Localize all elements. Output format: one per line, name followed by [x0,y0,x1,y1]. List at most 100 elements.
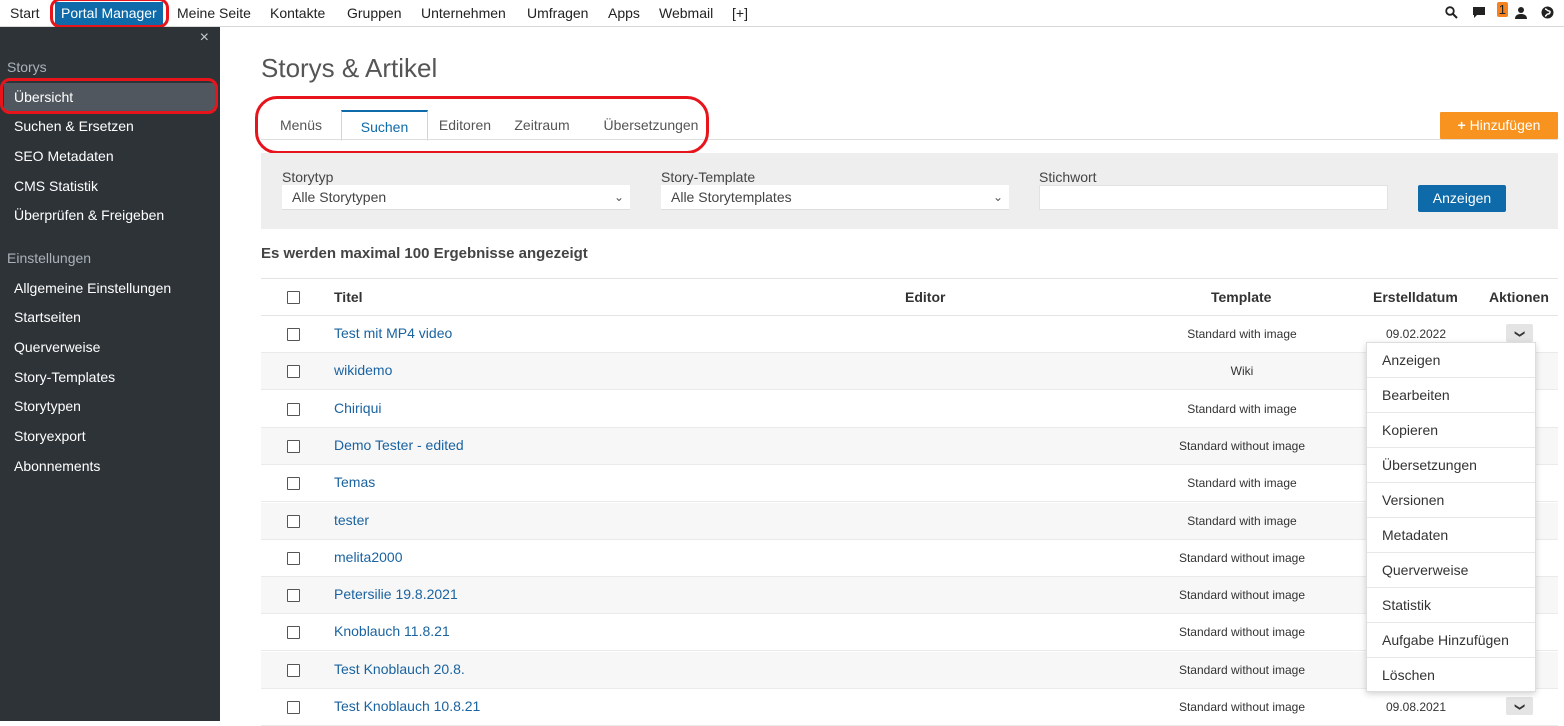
show-button[interactable]: Anzeigen [1418,185,1506,212]
header-template[interactable]: Template [1211,289,1271,305]
story-template: Standard without image [1178,439,1306,453]
menu-item-uebersetzungen[interactable]: Übersetzungen [1367,448,1535,483]
page-title: Storys & Artikel [261,53,438,83]
story-template: Standard with image [1187,327,1297,341]
row-checkbox[interactable] [287,328,300,341]
header-aktionen: Aktionen [1489,289,1549,305]
sidebar-item-storytypen[interactable]: Storytypen [14,398,81,414]
nav-gruppen[interactable]: Gruppen [347,0,401,27]
story-title-link[interactable]: Test Knoblauch 20.8. [334,661,465,677]
sidebar-item-querverweise[interactable]: Querverweise [14,339,100,355]
story-title-link[interactable]: Chiriqui [334,400,381,416]
menu-item-anzeigen[interactable]: Anzeigen [1367,343,1535,378]
nav-more[interactable]: [+] [732,0,748,27]
story-title-link[interactable]: Temas [334,474,375,490]
row-checkbox[interactable] [287,552,300,565]
actions-dropdown-button[interactable]: ❯ [1506,324,1533,342]
sidebar-item-story-templates[interactable]: Story-Templates [14,369,115,385]
menu-item-loeschen[interactable]: Löschen [1367,658,1535,693]
sidebar-item-abonnements[interactable]: Abonnements [14,458,100,474]
sidebar-section-storys: Storys [7,59,47,75]
table-row: Temas Standard with image [261,465,1558,502]
tab-menues[interactable]: Menüs [269,110,333,141]
story-template: Standard with image [1187,514,1297,528]
table-row: Petersilie 19.8.2021 Standard without im… [261,577,1558,614]
story-template: Standard with image [1187,402,1297,416]
row-checkbox[interactable] [287,589,300,602]
select-all-checkbox[interactable] [287,291,300,304]
story-title-link[interactable]: Petersilie 19.8.2021 [334,586,458,602]
nav-meine-seite[interactable]: Meine Seite [177,0,251,27]
story-template: Standard without image [1178,663,1306,677]
row-checkbox[interactable] [287,440,300,453]
row-checkbox[interactable] [287,515,300,528]
row-checkbox[interactable] [287,403,300,416]
story-title-link[interactable]: tester [334,512,369,528]
row-checkbox[interactable] [287,701,300,714]
menu-item-metadaten[interactable]: Metadaten [1367,518,1535,553]
row-checkbox[interactable] [287,365,300,378]
nav-umfragen[interactable]: Umfragen [527,0,588,27]
notification-badge: 1 [1496,2,1508,17]
story-title-link[interactable]: Demo Tester - edited [334,437,464,453]
sidebar-item-ueberpruefen[interactable]: Überprüfen & Freigeben [14,207,164,223]
sidebar-section-einstellungen: Einstellungen [7,250,92,266]
table-row: Test mit MP4 video Standard with image 0… [261,316,1558,353]
story-template: Standard without image [1178,588,1306,602]
nav-unternehmen[interactable]: Unternehmen [421,0,506,27]
story-date: 09.08.2021 [1385,700,1447,714]
menu-item-kopieren[interactable]: Kopieren [1367,413,1535,448]
template-select[interactable]: Alle Storytemplates ⌄ [661,185,1009,210]
menu-item-bearbeiten[interactable]: Bearbeiten [1367,378,1535,413]
sidebar-item-cms-statistik[interactable]: CMS Statistik [14,178,98,194]
sidebar-item-allgemeine-einstellungen[interactable]: Allgemeine Einstellungen [14,280,171,296]
nav-start[interactable]: Start [10,0,40,27]
search-icon[interactable] [1445,6,1458,22]
sidebar-item-seo-metadaten[interactable]: SEO Metadaten [14,148,114,164]
actions-dropdown-button[interactable]: ❯ [1506,697,1533,715]
row-checkbox[interactable] [287,664,300,677]
row-checkbox[interactable] [287,626,300,639]
plus-icon: + [1457,117,1466,133]
header-editor[interactable]: Editor [905,289,945,305]
chat-icon[interactable]: 1 [1472,2,1508,22]
template-label: Story-Template [661,169,756,185]
header-titel[interactable]: Titel [334,289,363,305]
nav-webmail[interactable]: Webmail [659,0,713,27]
header-erstelldatum[interactable]: Erstelldatum [1373,289,1458,305]
row-checkbox[interactable] [287,477,300,490]
story-title-link[interactable]: melita2000 [334,549,403,565]
story-title-link[interactable]: wikidemo [334,362,392,378]
add-button-label: Hinzufügen [1469,117,1541,133]
nav-portal-manager[interactable]: Portal Manager [55,2,163,25]
chevron-down-icon: ❯ [1514,702,1526,712]
result-note: Es werden maximal 100 Ergebnisse angezei… [261,245,588,262]
sidebar-item-startseiten[interactable]: Startseiten [14,309,81,325]
menu-item-aufgabe-hinzufuegen[interactable]: Aufgabe Hinzufügen [1367,623,1535,658]
globe-icon[interactable] [1541,6,1554,22]
story-template: Wiki [1230,364,1254,378]
story-title-link[interactable]: Test Knoblauch 10.8.21 [334,698,480,714]
story-title-link[interactable]: Test mit MP4 video [334,325,452,341]
close-icon[interactable]: × [200,29,209,47]
menu-item-versionen[interactable]: Versionen [1367,483,1535,518]
table-row: wikidemo Wiki [261,353,1558,390]
tab-suchen[interactable]: Suchen [341,110,428,141]
add-button[interactable]: + Hinzufügen [1440,112,1558,139]
sidebar-item-storyexport[interactable]: Storyexport [14,428,86,444]
tab-zeitraum[interactable]: Zeitraum [507,110,577,141]
table-row: Test Knoblauch 20.8. Standard without im… [261,652,1558,689]
story-template: Standard without image [1178,551,1306,565]
menu-item-querverweise[interactable]: Querverweise [1367,553,1535,588]
story-title-link[interactable]: Knoblauch 11.8.21 [334,623,450,639]
tab-uebersetzungen[interactable]: Übersetzungen [583,110,719,141]
tab-editoren[interactable]: Editoren [433,110,497,141]
nav-kontakte[interactable]: Kontakte [270,0,325,27]
menu-item-statistik[interactable]: Statistik [1367,588,1535,623]
sidebar-item-uebersicht[interactable]: Übersicht [4,83,216,111]
user-icon[interactable] [1515,6,1527,22]
nav-apps[interactable]: Apps [608,0,640,27]
stichwort-input[interactable] [1039,185,1388,210]
sidebar-item-suchen-ersetzen[interactable]: Suchen & Ersetzen [14,118,134,134]
storytyp-select[interactable]: Alle Storytypen ⌄ [282,185,630,210]
